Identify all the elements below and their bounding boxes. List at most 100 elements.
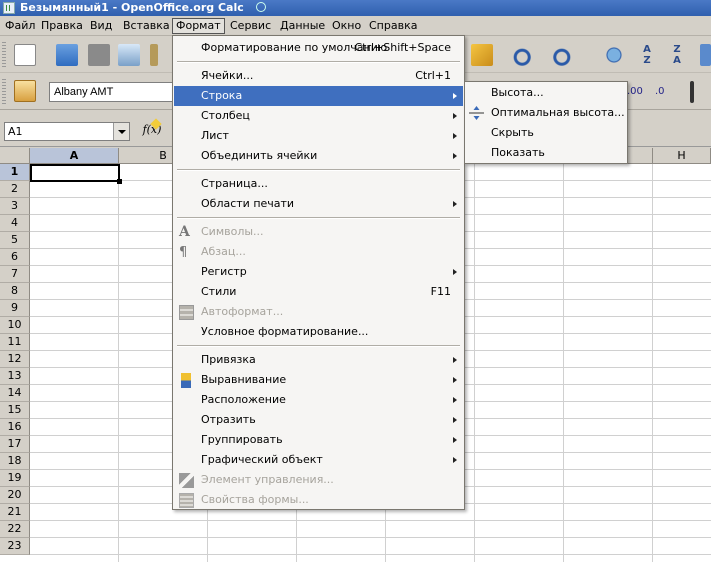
row-header[interactable]: 16 [0,419,30,436]
menu-item-anchor[interactable]: Привязка [174,350,463,370]
menu-view[interactable]: Вид [87,18,115,34]
menu-item-arrange[interactable]: Расположение [174,390,463,410]
menu-window[interactable]: Окно [329,18,364,34]
control-properties-icon [179,473,194,488]
submenu-item-height[interactable]: Высота... [466,83,626,103]
menu-item-styles[interactable]: Стили F11 [174,282,463,302]
name-box[interactable]: A1 [4,122,130,141]
row-header[interactable]: 4 [0,215,30,232]
column-header[interactable]: A [30,148,119,164]
submenu-arrow-icon [453,377,457,383]
submenu-arrow-icon [453,113,457,119]
window-title: Безымянный1 - OpenOffice.org Calc [20,1,244,14]
row-header[interactable]: 11 [0,334,30,351]
menu-item-page[interactable]: Страница... [174,174,463,194]
menu-separator [177,345,460,347]
row-submenu: Высота... Оптимальная высота... Скрыть П… [464,81,628,164]
menu-item-flip[interactable]: Отразить [174,410,463,430]
menu-item-graphic-object[interactable]: Графический объект [174,450,463,470]
submenu-item-optimal-height[interactable]: Оптимальная высота... [466,103,626,123]
row-header[interactable]: 8 [0,283,30,300]
submenu-arrow-icon [453,417,457,423]
submenu-item-show[interactable]: Показать [466,143,626,163]
optimal-height-icon [469,106,484,120]
submenu-item-hide[interactable]: Скрыть [466,123,626,143]
menu-item-form-properties[interactable]: Свойства формы... [174,490,463,510]
titlebar-status-icon [255,2,266,12]
row-header[interactable]: 6 [0,249,30,266]
delete-decimal-place-icon[interactable]: .0 [655,81,675,103]
insert-chart-icon[interactable] [700,44,711,66]
active-cell-cursor[interactable] [30,164,122,184]
menu-item-paragraph[interactable]: ¶ Абзац... [174,242,463,262]
menu-item-control[interactable]: Элемент управления... [174,470,463,490]
row-header[interactable]: 13 [0,368,30,385]
row-header[interactable]: 9 [0,300,30,317]
font-name-field[interactable]: Albany AMT [49,82,174,102]
row-header[interactable]: 3 [0,198,30,215]
menu-item-autoformat[interactable]: Автоформат... [174,302,463,322]
menu-file[interactable]: Файл [2,18,38,34]
character-icon: A [179,224,190,240]
row-header[interactable]: 12 [0,351,30,368]
menu-item-default-formatting[interactable]: Форматирование по умолчанию Ctrl+Shift+S… [174,38,463,58]
calc-app-icon [3,2,15,14]
menu-edit[interactable]: Правка [38,18,86,34]
function-wizard-icon[interactable]: f(x) [140,119,164,141]
column-header[interactable]: H [653,148,711,164]
menu-item-row[interactable]: Строка [174,86,463,106]
shortcut-label: F11 [430,285,451,298]
row-header[interactable]: 15 [0,402,30,419]
row-header[interactable]: 1 [0,164,30,181]
row-header[interactable]: 14 [0,385,30,402]
row-header[interactable]: 20 [0,487,30,504]
menu-item-group[interactable]: Группировать [174,430,463,450]
row-header[interactable]: 17 [0,436,30,453]
row-header[interactable]: 23 [0,538,30,555]
submenu-arrow-icon [453,437,457,443]
styles-formatting-icon[interactable] [14,80,36,102]
hyperlink-icon[interactable] [603,44,625,66]
shortcut-label: Ctrl+Shift+Space [354,41,451,54]
menu-item-merge-cells[interactable]: Объединить ячейки [174,146,463,166]
row-header[interactable]: 7 [0,266,30,283]
menu-item-column[interactable]: Столбец [174,106,463,126]
open-folder-icon[interactable] [56,44,78,66]
menu-item-print-ranges[interactable]: Области печати [174,194,463,214]
menu-insert[interactable]: Вставка [120,18,173,34]
new-document-icon[interactable] [14,44,36,66]
save-icon[interactable] [88,44,110,66]
window-title-bar: Безымянный1 - OpenOffice.org Calc [0,0,711,16]
menu-item-case[interactable]: Регистр [174,262,463,282]
menu-format[interactable]: Формат [172,18,225,34]
edit-file-icon[interactable] [150,44,158,66]
menu-item-alignment[interactable]: Выравнивание [174,370,463,390]
select-all-corner[interactable] [0,148,30,164]
sort-descending-icon[interactable]: ZA [666,44,688,66]
sort-ascending-icon[interactable]: AZ [636,44,658,66]
row-header[interactable]: 10 [0,317,30,334]
menu-help[interactable]: Справка [366,18,420,34]
menu-item-sheet[interactable]: Лист [174,126,463,146]
menu-separator [177,61,460,63]
row-header[interactable]: 5 [0,232,30,249]
undo-icon[interactable] [509,44,531,66]
menu-item-character[interactable]: A Символы... [174,222,463,242]
email-document-icon[interactable] [118,44,140,66]
clone-formatting-icon[interactable] [471,44,493,66]
name-box-dropdown-icon[interactable] [113,123,129,140]
row-header[interactable]: 19 [0,470,30,487]
menu-item-cells[interactable]: Ячейки... Ctrl+1 [174,66,463,86]
row-header[interactable]: 21 [0,504,30,521]
redo-icon[interactable] [553,44,575,66]
row-header[interactable]: 22 [0,521,30,538]
row-header[interactable]: 2 [0,181,30,198]
menu-data[interactable]: Данные [277,18,328,34]
toolbar-grip[interactable] [2,79,6,105]
row-header[interactable]: 18 [0,453,30,470]
add-decimal-place-icon[interactable]: .00 [627,81,647,103]
menu-item-conditional-formatting[interactable]: Условное форматирование... [174,322,463,342]
menu-tools[interactable]: Сервис [227,18,274,34]
toolbar-grip[interactable] [2,42,6,68]
menu-bar: Файл Правка Вид Вставка Формат Сервис Да… [0,16,711,36]
